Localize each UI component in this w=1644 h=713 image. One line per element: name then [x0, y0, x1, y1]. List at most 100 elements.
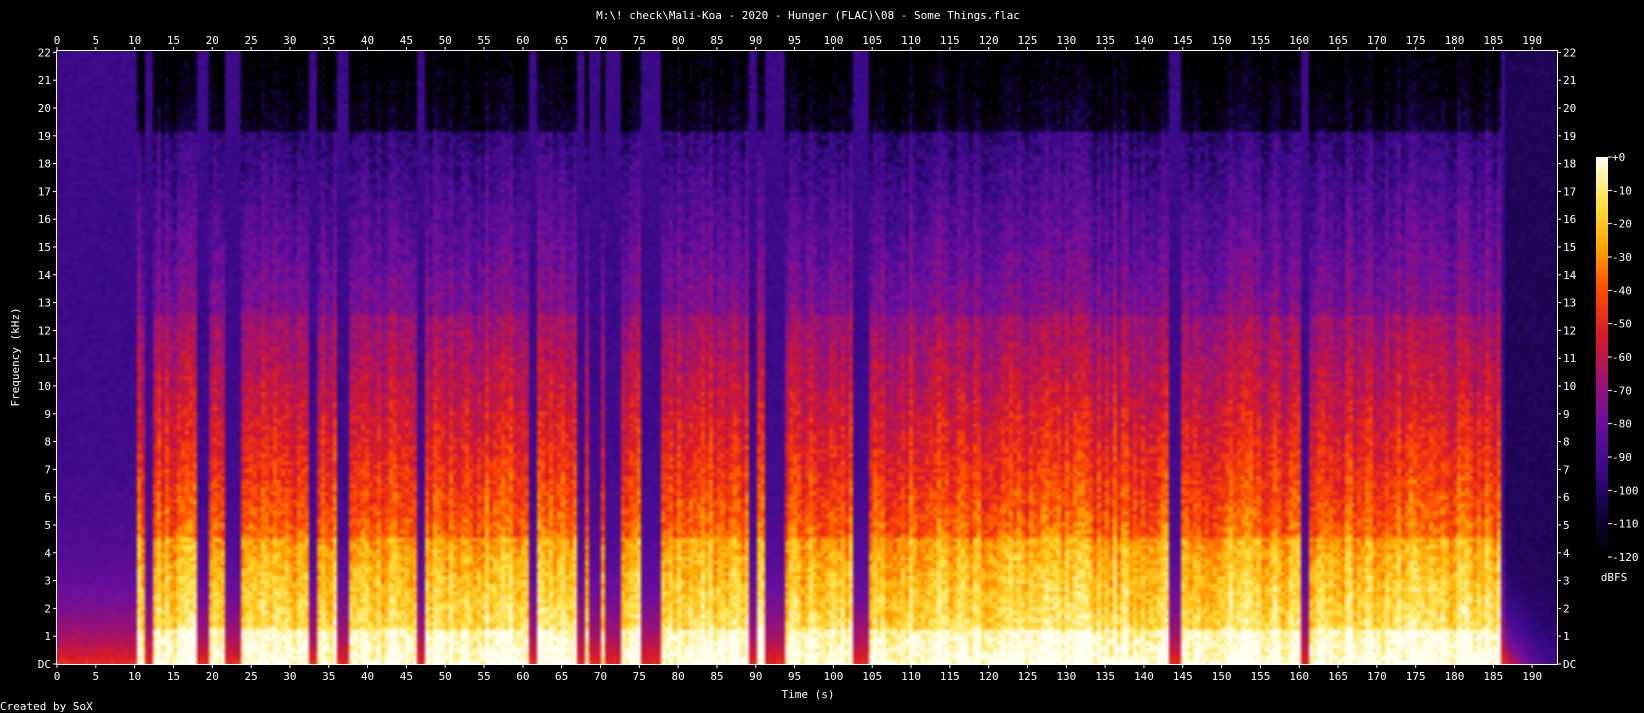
x-tick-label-top: 115: [940, 34, 960, 47]
x-tick-label-top: 100: [823, 34, 843, 47]
x-tick-label-bottom: 135: [1095, 670, 1115, 683]
y-tick-label-right: 19: [1563, 130, 1576, 143]
colorbar-tick-label: -20: [1612, 218, 1632, 231]
x-tick-label-top: 65: [555, 34, 568, 47]
y-tick-label-right: 14: [1563, 269, 1577, 282]
x-tick-label-bottom: 115: [940, 670, 960, 683]
x-tick-label-top: 160: [1289, 34, 1309, 47]
y-tick-label-right: 1: [1563, 630, 1570, 643]
y-tick-label-left: 18: [38, 158, 51, 171]
x-tick-label-bottom: 5: [93, 670, 100, 683]
footer-credit: Created by SoX: [0, 700, 93, 713]
y-tick-label-right: 11: [1563, 352, 1576, 365]
colorbar-tick-label: -80: [1612, 418, 1632, 431]
colorbar-tick-label: -90: [1612, 451, 1632, 464]
y-tick-label-right: 17: [1563, 185, 1576, 198]
x-tick-label-top: 120: [979, 34, 999, 47]
y-tick-label-left: 21: [38, 74, 51, 87]
y-tick-label-left: 13: [38, 297, 51, 310]
colorbar-tick-label: +0: [1612, 151, 1625, 164]
y-tick-label-right: 18: [1563, 158, 1576, 171]
x-tick-label-top: 130: [1056, 34, 1076, 47]
x-tick-label-bottom: 95: [788, 670, 801, 683]
y-tick-label-left: DC: [38, 658, 51, 671]
y-tick-label-left: 7: [44, 463, 51, 476]
colorbar-tick-label: -110: [1612, 518, 1639, 531]
y-tick-label-left: 6: [44, 491, 51, 504]
colorbar-tick-label: -60: [1612, 351, 1632, 364]
x-axis-top: 0 5 10 15 20 25 30 35 40 45 50 55 60 65 70 75 80 85 90 95 10…: [54, 34, 1542, 51]
y-tick-label-right: 21: [1563, 74, 1576, 87]
x-tick-label-bottom: 50: [439, 670, 452, 683]
x-tick-label-bottom: 130: [1056, 670, 1076, 683]
y-axis-label: Frequency (kHz): [9, 307, 22, 406]
x-tick-label-bottom: 0: [54, 670, 61, 683]
x-tick-label-top: 80: [671, 34, 684, 47]
x-tick-label-top: 40: [361, 34, 374, 47]
x-tick-label-bottom: 185: [1483, 670, 1503, 683]
y-tick-label-right: 9: [1563, 408, 1570, 421]
x-tick-label-top: 185: [1483, 34, 1503, 47]
x-tick-label-bottom: 25: [244, 670, 257, 683]
x-tick-label-bottom: 80: [671, 670, 684, 683]
y-tick-label-left: 12: [38, 324, 51, 337]
x-tick-label-top: 70: [594, 34, 607, 47]
x-tick-label-top: 165: [1328, 34, 1348, 47]
x-tick-label-bottom: 15: [167, 670, 180, 683]
y-tick-label-left: 16: [38, 213, 51, 226]
y-axis-right: DC12345678910111213141516171819202122: [1557, 46, 1577, 671]
spectrogram-figure: M:\! check\Mali-Koa - 2020 - Hunger (FLA…: [0, 9, 1639, 713]
x-tick-label-top: 150: [1212, 34, 1232, 47]
colorbar-tick-label: -50: [1612, 318, 1632, 331]
colorbar-tick-label: -10: [1612, 184, 1632, 197]
x-tick-label-bottom: 165: [1328, 670, 1348, 683]
y-tick-label-left: 19: [38, 130, 51, 143]
y-tick-label-left: 17: [38, 185, 51, 198]
x-tick-label-bottom: 180: [1445, 670, 1465, 683]
x-tick-label-bottom: 40: [361, 670, 374, 683]
x-tick-label-top: 25: [244, 34, 257, 47]
x-tick-label-top: 10: [128, 34, 141, 47]
colorbar-tick-label: -40: [1612, 284, 1632, 297]
y-tick-label-right: 7: [1563, 463, 1570, 476]
x-tick-label-bottom: 110: [901, 670, 921, 683]
x-tick-label-bottom: 75: [633, 670, 646, 683]
y-tick-label-left: 14: [38, 269, 52, 282]
x-tick-label-top: 75: [633, 34, 646, 47]
x-tick-label-top: 145: [1173, 34, 1193, 47]
colorbar-label: dBFS: [1601, 571, 1628, 584]
x-tick-label-top: 30: [283, 34, 296, 47]
x-axis-label: Time (s): [782, 688, 835, 701]
x-tick-label-top: 60: [516, 34, 529, 47]
y-tick-label-right: 8: [1563, 436, 1570, 449]
x-tick-label-bottom: 45: [400, 670, 413, 683]
x-tick-label-bottom: 160: [1289, 670, 1309, 683]
x-tick-label-top: 55: [477, 34, 490, 47]
y-tick-label-right: 20: [1563, 102, 1576, 115]
spectrogram-area: [57, 51, 1557, 664]
x-tick-label-bottom: 30: [283, 670, 296, 683]
y-tick-label-right: 4: [1563, 547, 1570, 560]
x-tick-label-bottom: 105: [862, 670, 882, 683]
y-tick-label-left: 4: [44, 547, 51, 560]
y-tick-label-right: 15: [1563, 241, 1576, 254]
y-tick-label-right: 10: [1563, 380, 1576, 393]
x-axis-bottom: 0 5 10 15 20 25 30 35 40 45 50 55 60 65 70 75 80 85 90 95 10…: [54, 664, 1542, 683]
x-tick-label-top: 180: [1445, 34, 1465, 47]
x-tick-label-top: 155: [1250, 34, 1270, 47]
x-tick-label-top: 170: [1367, 34, 1387, 47]
y-tick-label-right: 6: [1563, 491, 1570, 504]
colorbar: [1596, 157, 1608, 557]
x-tick-label-bottom: 10: [128, 670, 141, 683]
y-tick-label-right: DC: [1563, 658, 1576, 671]
x-tick-label-bottom: 175: [1406, 670, 1426, 683]
x-tick-label-bottom: 125: [1018, 670, 1038, 683]
x-tick-label-top: 105: [862, 34, 882, 47]
x-tick-label-top: 110: [901, 34, 921, 47]
y-tick-label-right: 16: [1563, 213, 1576, 226]
x-tick-label-bottom: 65: [555, 670, 568, 683]
colorbar-tick-label: -100: [1612, 484, 1639, 497]
x-tick-label-bottom: 140: [1134, 670, 1154, 683]
x-tick-label-top: 45: [400, 34, 413, 47]
x-tick-label-top: 20: [206, 34, 219, 47]
